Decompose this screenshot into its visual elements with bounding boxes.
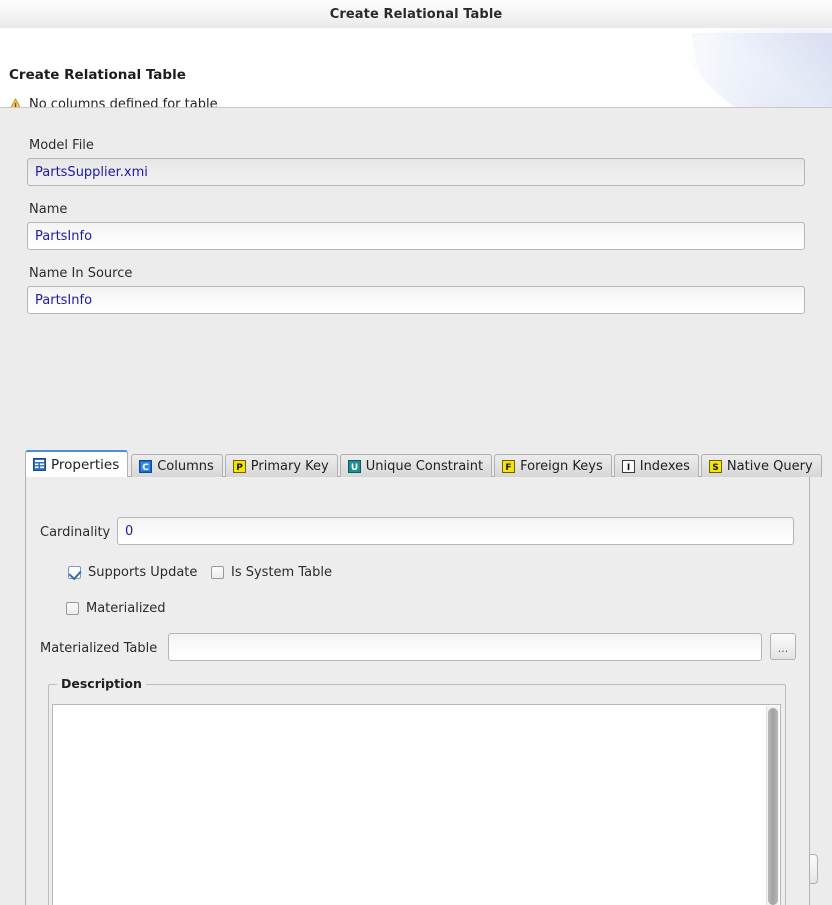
description-scrollbar[interactable]	[766, 706, 779, 905]
cardinality-input[interactable]	[117, 517, 794, 545]
materialized-table-browse-button[interactable]: ...	[770, 633, 796, 660]
tab-properties[interactable]: Properties	[25, 450, 129, 477]
svg-text:S: S	[712, 463, 718, 473]
materialized-table-browse-label: ...	[777, 642, 789, 655]
tab-foreign-keys[interactable]: F Foreign Keys	[494, 454, 612, 477]
tabstrip: Properties C Columns P Primary Key U Uni…	[25, 450, 822, 477]
is-system-table-checkbox[interactable]	[211, 566, 224, 579]
header-message-row: No columns defined for table	[8, 97, 218, 108]
header-decoration-icon	[672, 28, 832, 107]
tab-indexes-label: Indexes	[639, 458, 690, 474]
description-scrollbar-thumb[interactable]	[768, 708, 778, 905]
primary-key-icon: P	[232, 459, 246, 473]
columns-icon: C	[139, 459, 153, 473]
model-file-label: Model File	[29, 138, 94, 153]
tab-properties-label: Properties	[51, 456, 120, 473]
tab-unique-constraint[interactable]: U Unique Constraint	[339, 454, 493, 477]
tab-container: Properties C Columns P Primary Key U Uni…	[25, 450, 822, 905]
tab-primary-key[interactable]: P Primary Key	[224, 454, 338, 477]
name-in-source-input[interactable]	[27, 286, 805, 314]
dialog-header: Create Relational Table No columns defin…	[0, 28, 832, 108]
properties-tab-panel: Cardinality Supports Update Is System Ta…	[25, 476, 810, 905]
tab-foreign-keys-label: Foreign Keys	[520, 458, 603, 474]
dialog-body: Model File Name Name In Source Propertie…	[0, 108, 832, 905]
materialized-checkbox[interactable]	[66, 602, 79, 615]
svg-text:U: U	[351, 463, 358, 473]
svg-text:C: C	[142, 463, 149, 473]
header-decoration-secondary-icon	[692, 33, 832, 107]
supports-update-checkbox-row[interactable]: Supports Update	[68, 565, 197, 580]
svg-text:F: F	[506, 463, 512, 473]
unique-constraint-icon: U	[347, 459, 361, 473]
name-in-source-label: Name In Source	[29, 266, 133, 281]
tab-columns[interactable]: C Columns	[131, 454, 223, 477]
header-message-text: No columns defined for table	[29, 97, 218, 108]
warning-triangle-icon	[10, 97, 21, 107]
materialized-table-label: Materialized Table	[40, 641, 158, 656]
indexes-icon: I	[621, 459, 635, 473]
tab-columns-label: Columns	[157, 458, 214, 474]
materialized-label: Materialized	[86, 601, 166, 616]
svg-text:P: P	[236, 463, 243, 473]
window-titlebar: Create Relational Table	[0, 0, 832, 28]
materialized-checkbox-row[interactable]: Materialized	[66, 601, 166, 616]
name-input[interactable]	[27, 222, 805, 250]
name-label: Name	[29, 202, 68, 217]
description-textarea[interactable]	[52, 704, 781, 905]
svg-text:I: I	[627, 463, 630, 473]
is-system-table-checkbox-row[interactable]: Is System Table	[211, 565, 332, 580]
header-title: Create Relational Table	[9, 67, 186, 83]
window-title: Create Relational Table	[329, 6, 503, 22]
supports-update-checkbox[interactable]	[68, 566, 81, 579]
foreign-keys-icon: F	[502, 459, 516, 473]
tab-native-query-label: Native Query	[726, 458, 813, 474]
tab-primary-key-label: Primary Key	[250, 458, 329, 474]
properties-table-icon	[33, 458, 46, 471]
model-file-input[interactable]	[27, 158, 805, 186]
native-query-icon: S	[708, 459, 722, 473]
tab-unique-constraint-label: Unique Constraint	[365, 458, 484, 474]
tab-indexes[interactable]: I Indexes	[613, 454, 699, 477]
tab-native-query[interactable]: S Native Query	[700, 454, 822, 477]
is-system-table-label: Is System Table	[231, 565, 332, 580]
cardinality-label: Cardinality	[40, 525, 111, 540]
supports-update-label: Supports Update	[88, 565, 198, 580]
description-legend: Description	[57, 676, 146, 691]
materialized-table-input[interactable]	[168, 633, 762, 661]
